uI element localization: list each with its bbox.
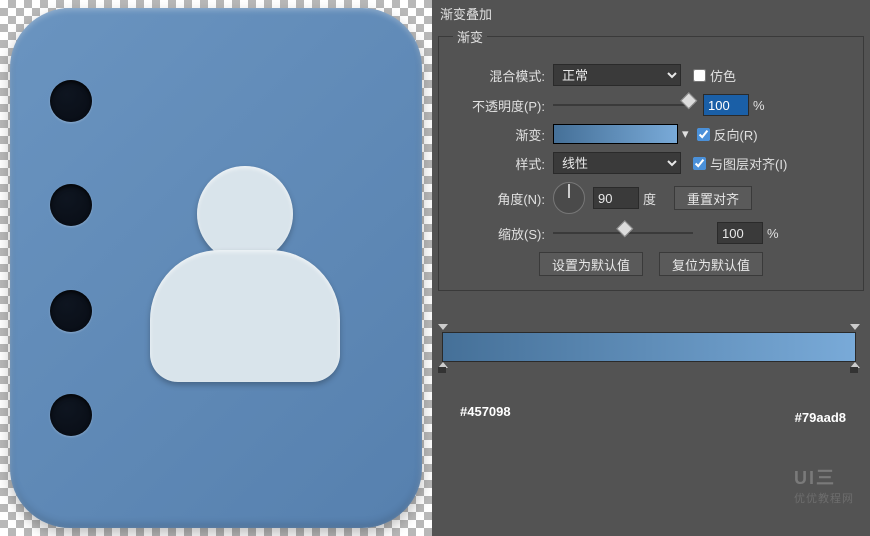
- angle-label: 角度(N):: [453, 189, 545, 208]
- align-label: 与图层对齐(I): [710, 154, 787, 173]
- angle-dial[interactable]: [553, 182, 585, 214]
- angle-unit: 度: [643, 189, 656, 208]
- opacity-stop-right[interactable]: [850, 324, 860, 332]
- canvas-preview: [0, 0, 432, 536]
- scale-label: 缩放(S):: [453, 224, 545, 243]
- opacity-stop-left[interactable]: [438, 324, 448, 332]
- reverse-checkbox[interactable]: [697, 128, 710, 141]
- contacts-icon: [10, 8, 422, 528]
- blend-mode-label: 混合模式:: [453, 66, 545, 85]
- scale-slider[interactable]: [553, 225, 693, 241]
- dither-checkbox[interactable]: [693, 69, 706, 82]
- style-label: 样式:: [453, 154, 545, 173]
- binder-hole: [50, 290, 92, 332]
- gradient-overlay-panel: 渐变叠加 渐变 混合模式: 正常 仿色 不透明度(P): % 渐变: ▾: [432, 0, 870, 536]
- gradient-fieldset: 渐变 混合模式: 正常 仿色 不透明度(P): % 渐变: ▾ 反向: [438, 27, 864, 291]
- opacity-label: 不透明度(P):: [453, 96, 545, 115]
- set-default-button[interactable]: 设置为默认值: [539, 252, 643, 276]
- reset-default-button[interactable]: 复位为默认值: [659, 252, 763, 276]
- opacity-field[interactable]: [703, 94, 749, 116]
- chevron-down-icon[interactable]: ▾: [682, 126, 689, 142]
- color-stop-left[interactable]: [438, 362, 448, 372]
- scale-pct: %: [767, 226, 779, 241]
- reset-align-button[interactable]: 重置对齐: [674, 186, 752, 210]
- fieldset-legend: 渐变: [453, 27, 487, 46]
- section-title: 渐变叠加: [440, 4, 864, 23]
- watermark: UI三 优优教程网: [794, 464, 854, 506]
- angle-field[interactable]: [593, 187, 639, 209]
- reverse-label: 反向(R): [714, 125, 758, 144]
- gradient-label: 渐变:: [453, 125, 545, 144]
- binder-hole: [50, 394, 92, 436]
- hex-left: #457098: [460, 404, 511, 419]
- color-stop-right[interactable]: [850, 362, 860, 372]
- binder-hole: [50, 184, 92, 226]
- binder-hole: [50, 80, 92, 122]
- gradient-editor[interactable]: #457098 #79aad8: [442, 332, 856, 362]
- hex-right: #79aad8: [795, 410, 846, 425]
- person-icon: [150, 166, 340, 382]
- opacity-pct: %: [753, 98, 765, 113]
- gradient-bar[interactable]: [442, 332, 856, 362]
- blend-mode-select[interactable]: 正常: [553, 64, 681, 86]
- gradient-preview[interactable]: [553, 124, 678, 144]
- opacity-slider[interactable]: [553, 97, 693, 113]
- align-checkbox[interactable]: [693, 157, 706, 170]
- dither-label: 仿色: [710, 66, 736, 85]
- scale-field[interactable]: [717, 222, 763, 244]
- style-select[interactable]: 线性: [553, 152, 681, 174]
